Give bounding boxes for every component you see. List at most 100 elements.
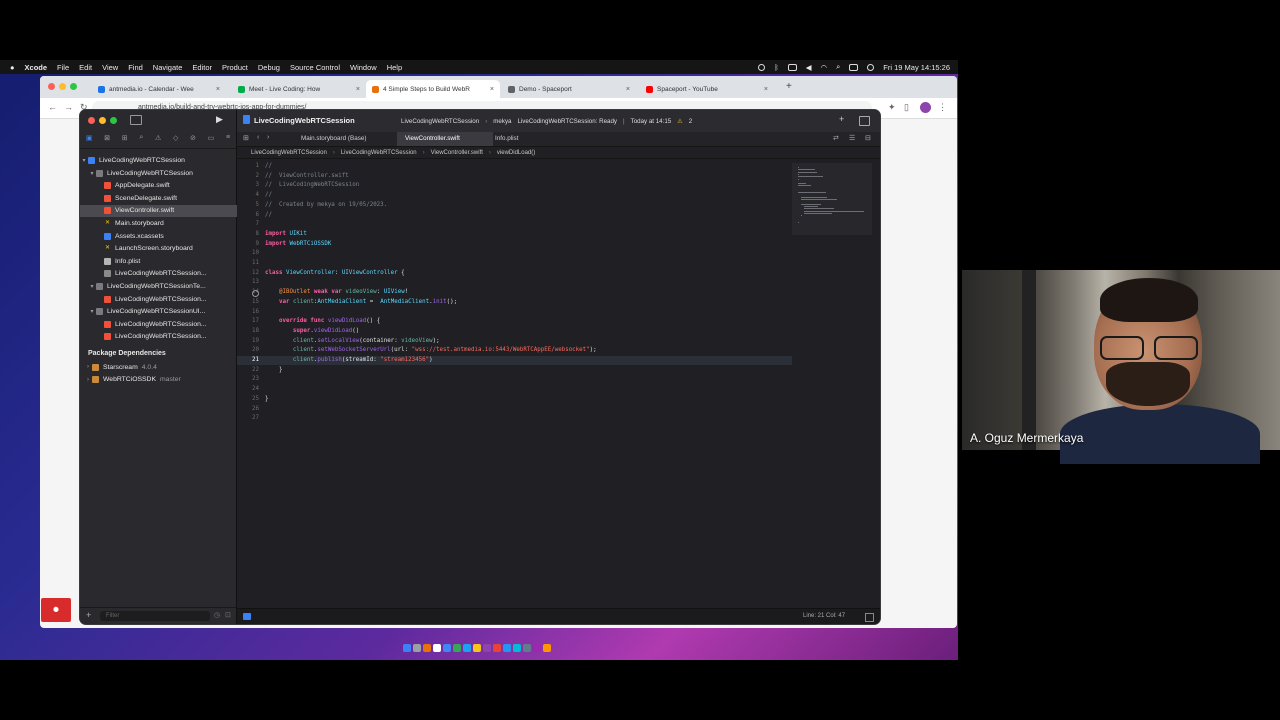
dock-app-icon[interactable] [433,644,441,652]
window-minimize-button[interactable] [99,117,106,124]
debug-console-toggle-icon[interactable] [865,613,874,622]
menu-debug[interactable]: Debug [258,63,280,72]
line-number[interactable]: 25 [237,396,259,402]
report-navigator-icon[interactable]: ≡ [226,134,230,148]
code-line[interactable]: // [265,212,272,218]
code-line[interactable]: import WebRTCiOSSDK [265,241,331,247]
navigator-group[interactable]: ▾ LiveCodingWebRTCSessionTe... [80,280,244,292]
code-line[interactable]: super.viewDidLoad() [265,328,359,334]
forward-icon[interactable]: → [64,102,73,112]
run-button-icon[interactable]: ▶ [216,114,223,125]
navigator-file[interactable]: ✕ Main.storyboard [80,217,252,229]
navigator-group[interactable]: ▾ LiveCodingWebRTCSessionUI... [80,306,244,318]
minimap[interactable] [792,163,872,235]
menu-product[interactable]: Product [222,63,248,72]
browser-close-button[interactable] [48,83,55,90]
navigator-file[interactable]: SceneDelegate.swift [80,192,252,204]
line-number[interactable]: 1 [237,163,260,169]
outlet-connection-icon[interactable] [252,290,259,298]
dock-app-icon[interactable] [413,644,421,652]
warning-icon[interactable]: ⚠ [677,118,683,125]
line-number[interactable]: 15 [237,299,259,305]
line-number[interactable]: 20 [237,347,259,353]
line-number[interactable]: 22 [237,367,259,373]
line-number[interactable]: 12 [237,270,259,276]
line-number[interactable]: 5 [237,202,260,208]
new-tab-button[interactable]: + [786,81,792,92]
bluetooth-icon[interactable]: ᛒ [774,63,779,72]
dock-app-icon[interactable] [543,644,551,652]
recording-indicator-icon[interactable]: ⏺ [41,598,71,622]
menubar-clock[interactable]: Fri 19 May 14:15:26 [883,63,950,72]
disclosure-icon[interactable]: › [84,364,92,370]
battery-icon[interactable] [787,63,797,71]
line-number[interactable]: 8 [237,231,260,237]
spotlight-search-icon[interactable]: ⌕ [836,62,840,72]
line-number[interactable]: 24 [237,386,259,392]
disclosure-icon[interactable]: ▾ [88,283,96,290]
related-items-icon[interactable]: ⊞ [243,134,249,142]
dock-app-icon[interactable] [443,644,451,652]
line-number[interactable]: 27 [237,415,259,421]
code-line[interactable]: // ViewController.swift [265,173,349,179]
find-navigator-icon[interactable]: ⌕ [139,134,143,148]
jumpbar-segment[interactable]: viewDidLoad() [497,150,535,156]
dock-app-icon[interactable] [523,644,531,652]
dock-app-icon[interactable] [423,644,431,652]
navigator-file[interactable]: Assets.xcassets [80,230,252,242]
code-line[interactable]: client.setWebSocketServerUrl(url: "wss:/… [265,347,597,353]
editor-tab[interactable]: ViewController.swift [397,132,493,146]
line-number[interactable]: 21 [237,357,259,363]
code-line[interactable]: @IBOutlet weak var videoView: UIView! [265,289,408,295]
dock-app-icon[interactable] [513,644,521,652]
menu-source-control[interactable]: Source Control [290,63,340,72]
line-number[interactable]: 4 [237,192,260,198]
menu-edit[interactable]: Edit [79,63,92,72]
package-item[interactable]: › Starscream 4.0.4 [80,361,240,373]
tab-close-icon[interactable]: × [351,86,360,93]
browser-tab[interactable]: Meet - Live Coding: How × [232,80,366,98]
menu-window[interactable]: Window [350,63,377,72]
inspector-toggle-icon[interactable] [859,116,870,126]
profile-avatar[interactable] [920,102,931,113]
code-line[interactable]: var client:AntMediaClient = AntMediaClie… [265,299,457,305]
test-navigator-icon[interactable]: ◇ [173,134,178,148]
browser-tab[interactable]: 4 Simple Steps to Build WebR × [366,80,500,98]
line-number[interactable]: 26 [237,406,259,412]
dock-app-icon[interactable] [493,644,501,652]
browser-tab[interactable]: Demo - Spaceport × [502,80,636,98]
code-line[interactable]: } [265,396,269,402]
code-line[interactable]: } [265,367,283,373]
editor-options-icon[interactable]: ☰ [849,134,855,142]
screen-record-icon[interactable] [758,63,766,71]
navigator-filter-input[interactable]: Filter [100,611,210,621]
split-editor-icon[interactable]: ⊟ [865,134,871,142]
dock-app-icon[interactable] [463,644,471,652]
browser-zoom-button[interactable] [70,83,77,90]
menu-xcode[interactable]: Xcode [25,63,48,72]
menu-file[interactable]: File [57,63,69,72]
navigator-file[interactable]: LiveCodingWebRTCSession... [80,318,252,330]
line-number[interactable]: 10 [237,250,259,256]
debug-area-toggle-icon[interactable] [243,613,251,620]
package-item[interactable]: › WebRTCiOSSDK master [80,374,240,386]
line-number[interactable]: 3 [237,182,260,188]
tab-close-icon[interactable]: × [759,86,768,93]
disclosure-icon[interactable]: › [84,377,92,383]
forward-arrow-icon[interactable]: › [267,134,269,141]
package-dependencies-header[interactable]: Package Dependencies [88,350,166,357]
code-review-icon[interactable]: ⇄ [833,134,839,142]
menu-find[interactable]: Find [128,63,143,72]
navigator-file[interactable]: AppDelegate.swift [80,180,252,192]
volume-icon[interactable]: ◀ [806,63,812,72]
navigator-file[interactable]: LiveCodingWebRTCSession... [80,331,252,343]
window-close-button[interactable] [88,117,95,124]
browser-tab[interactable]: antmedia.io - Calendar - Wee × [92,80,226,98]
dock-app-icon[interactable] [453,644,461,652]
control-center-icon[interactable] [849,63,859,71]
scheme-selector[interactable]: LiveCodingWebRTCSession [401,118,479,125]
source-editor[interactable]: 1 // 2 // ViewController.swift 3 // LiveCodin… [237,163,792,583]
line-number[interactable]: 19 [237,338,259,344]
code-line[interactable]: override func viewDidLoad() { [265,318,380,324]
disclosure-icon[interactable]: ▾ [88,170,96,177]
